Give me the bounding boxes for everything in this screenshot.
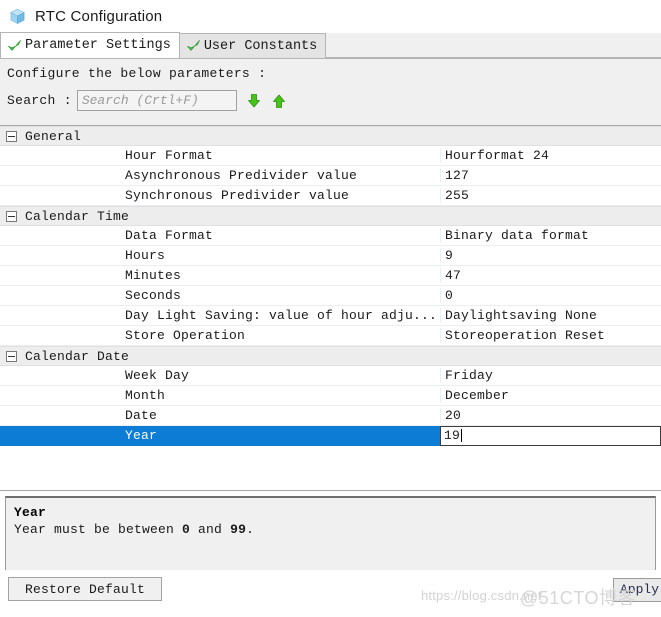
property-value[interactable]: 9 [440, 248, 661, 263]
property-value-text: Storeoperation Reset [445, 328, 606, 343]
description-max: 99 [230, 522, 247, 537]
description-min: 0 [182, 522, 191, 537]
property-value-text: Daylightsaving None [445, 308, 598, 323]
property-name: Synchronous Predivider value [125, 188, 350, 203]
description-prefix: Year must be between [14, 522, 183, 537]
search-row: Search : [0, 81, 661, 111]
property-value-text: 255 [445, 188, 470, 203]
property-name: Day Light Saving: value of hour adju... [125, 308, 438, 323]
property-row[interactable]: Day Light Saving: value of hour adju... D… [0, 306, 661, 326]
property-name: Data Format [125, 228, 214, 243]
property-value-text: 19 [444, 428, 461, 443]
tab-parameter-settings[interactable]: Parameter Settings [0, 32, 180, 58]
property-value-text: 9 [445, 248, 454, 263]
tab-label: User Constants [203, 38, 318, 54]
property-name: Asynchronous Predivider value [125, 168, 358, 183]
search-input[interactable] [76, 90, 237, 111]
tab-label: Parameter Settings [25, 38, 171, 53]
property-value[interactable]: 47 [440, 268, 661, 283]
property-group-header[interactable]: General [0, 126, 661, 146]
text-cursor [461, 429, 463, 442]
property-group-header[interactable]: Calendar Date [0, 346, 661, 366]
property-name: Week Day [125, 368, 190, 383]
arrow-down-icon[interactable] [246, 93, 262, 109]
property-value[interactable]: 0 [440, 288, 661, 303]
property-value-text: December [445, 388, 510, 403]
property-name: Date [125, 408, 158, 423]
description-suffix: . [246, 522, 255, 537]
cube-icon [10, 8, 25, 25]
property-row[interactable]: Hour Format Hourformat 24 [0, 146, 661, 166]
window-title: RTC Configuration [35, 8, 163, 25]
tab-strip: Parameter Settings User Constants [0, 32, 661, 59]
property-row[interactable]: Data Format Binary data format [0, 226, 661, 246]
search-label: Search : [7, 93, 72, 108]
property-name: Hour Format [125, 148, 214, 163]
group-collapse-icon[interactable] [6, 210, 17, 222]
property-name: Minutes [125, 268, 182, 283]
property-row[interactable]: Week Day Friday [0, 366, 661, 386]
window-titlebar: RTC Configuration [0, 0, 661, 33]
check-icon [186, 39, 200, 51]
property-name: Seconds [125, 288, 182, 303]
header-zone: Configure the below parameters : Search … [0, 59, 661, 126]
property-value-text: 0 [445, 288, 454, 303]
property-value-editor[interactable]: 19 [440, 425, 661, 446]
property-row[interactable]: Hours 9 [0, 246, 661, 266]
tab-strip-filler [325, 33, 661, 58]
property-row[interactable]: Synchronous Predivider value 255 [0, 186, 661, 206]
property-value[interactable]: Hourformat 24 [440, 148, 661, 163]
description-text: Year must be between 0 and 99. [14, 521, 647, 538]
restore-default-button[interactable]: Restore Default [8, 577, 162, 601]
description-mid: and [190, 522, 231, 537]
property-group-header[interactable]: Calendar Time [0, 206, 661, 226]
group-label: General [25, 128, 82, 144]
group-collapse-icon[interactable] [6, 350, 17, 362]
property-row[interactable]: Month December [0, 386, 661, 406]
description-title: Year [14, 505, 47, 520]
property-row[interactable]: Seconds 0 [0, 286, 661, 306]
group-collapse-icon[interactable] [6, 130, 17, 142]
property-value[interactable]: Binary data format [440, 228, 661, 243]
property-name: Store Operation [125, 328, 246, 343]
property-value-text: Hourformat 24 [445, 148, 550, 163]
property-row-selected[interactable]: Year 19 [0, 425, 661, 446]
property-value[interactable]: Storeoperation Reset [440, 328, 661, 343]
property-value[interactable]: 255 [440, 188, 661, 203]
property-row[interactable]: Date 20 [0, 406, 661, 426]
property-name: Hours [125, 248, 166, 263]
property-value[interactable]: December [440, 388, 661, 403]
property-value[interactable]: 20 [440, 408, 661, 423]
property-row[interactable]: Asynchronous Predivider value 127 [0, 166, 661, 186]
tab-user-constants[interactable]: User Constants [178, 33, 327, 58]
property-value-text: 20 [445, 408, 462, 423]
group-label: Calendar Time [25, 208, 130, 224]
dialog-footer: Restore Default Apply [0, 570, 661, 617]
property-grid[interactable]: General Hour Format Hourformat 24 Asynchron… [0, 126, 661, 491]
property-row[interactable]: Store Operation Storeoperation Reset [0, 326, 661, 346]
property-value[interactable]: 127 [440, 168, 661, 183]
property-value[interactable]: Daylightsaving None [440, 308, 661, 323]
group-label: Calendar Date [25, 348, 130, 364]
property-value-text: Friday [445, 368, 494, 383]
property-row[interactable]: Minutes 47 [0, 266, 661, 286]
apply-button[interactable]: Apply [613, 578, 661, 602]
description-panel: Year Year must be between 0 and 99. [5, 496, 656, 571]
property-value-text: 127 [445, 168, 470, 183]
configure-instruction: Configure the below parameters : [7, 66, 267, 81]
check-icon [8, 39, 21, 51]
property-name: Year [0, 425, 440, 446]
property-value-text: Binary data format [445, 228, 590, 243]
arrow-up-icon[interactable] [271, 93, 287, 109]
property-value-text: 47 [445, 268, 462, 283]
property-name: Month [125, 388, 166, 403]
property-value[interactable]: Friday [440, 368, 661, 383]
